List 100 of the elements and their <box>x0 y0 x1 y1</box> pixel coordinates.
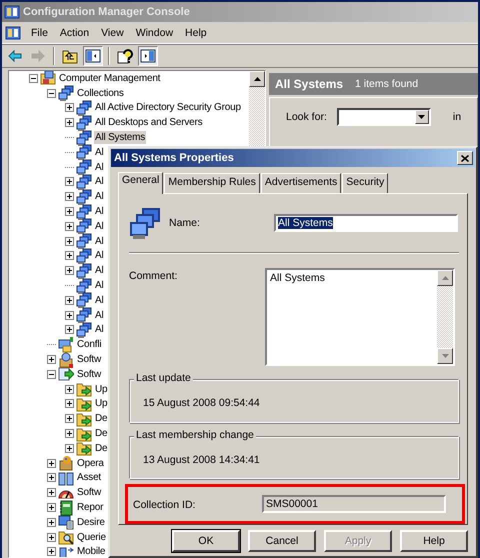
tree-item[interactable]: Al <box>94 279 104 292</box>
tree-item[interactable]: De <box>94 442 108 455</box>
tree-item[interactable]: Al <box>94 146 104 159</box>
tree-item[interactable]: Confli <box>76 338 102 352</box>
dialog-button[interactable]: Cancel <box>248 530 316 552</box>
forward-arrow-icon <box>30 48 46 64</box>
scroll-down-button[interactable] <box>437 348 453 364</box>
minus-box-icon[interactable] <box>47 370 56 379</box>
folder-arrow-icon <box>76 440 92 456</box>
computers-icon <box>76 204 92 220</box>
plus-box-icon[interactable] <box>65 177 74 186</box>
results-title: All Systems <box>275 77 344 91</box>
menu-item[interactable]: File <box>25 26 54 40</box>
plus-box-icon[interactable] <box>65 296 74 305</box>
minus-box-icon[interactable] <box>29 74 38 83</box>
tree-item[interactable]: Al <box>94 190 104 204</box>
scroll-up-button[interactable] <box>249 71 265 87</box>
tab[interactable]: Advertisements <box>260 173 342 193</box>
plus-box-icon[interactable] <box>47 458 56 468</box>
plus-box-icon[interactable] <box>65 384 74 394</box>
dialog-button[interactable]: Help <box>400 530 468 552</box>
tree-item[interactable]: Mobile <box>76 545 106 557</box>
plus-box-icon[interactable] <box>65 192 74 202</box>
plus-box-icon[interactable] <box>47 473 56 482</box>
close-button[interactable] <box>457 151 473 165</box>
computers-icon <box>76 100 92 116</box>
plus-box-icon[interactable] <box>47 488 56 498</box>
plus-box-icon[interactable] <box>65 310 74 320</box>
look-for-label: Look for: <box>286 111 327 123</box>
plus-box-icon[interactable] <box>65 251 74 260</box>
toolbar-button[interactable] <box>115 46 135 66</box>
plus-box-icon[interactable] <box>47 518 56 527</box>
scrollbar[interactable] <box>437 270 453 364</box>
menu-item[interactable]: Action <box>54 26 96 40</box>
plus-box-icon[interactable] <box>65 118 74 128</box>
console-icon[interactable] <box>5 24 21 40</box>
plus-box-icon[interactable] <box>65 266 74 276</box>
tree-item[interactable]: Collections <box>76 86 125 100</box>
tree-item[interactable]: Al <box>94 160 104 174</box>
tree-item[interactable]: Up <box>94 382 108 396</box>
book-icon <box>58 470 74 486</box>
tree-pane-icon <box>85 48 101 64</box>
plus-box-icon[interactable] <box>65 444 74 453</box>
tab[interactable]: General <box>118 172 164 194</box>
plus-box-icon[interactable] <box>65 236 74 246</box>
tree-item[interactable]: Al <box>94 175 104 188</box>
plus-box-icon[interactable] <box>65 103 74 112</box>
tab[interactable]: Security <box>342 173 388 193</box>
tree-item[interactable]: Al <box>94 220 104 233</box>
tree-item[interactable]: All Systems <box>94 131 146 144</box>
scroll-up-button[interactable] <box>437 270 453 286</box>
computers-icon <box>76 188 92 205</box>
plus-box-icon[interactable] <box>47 547 56 556</box>
tree-item[interactable]: Computer Management <box>58 72 162 85</box>
folder-arrow-icon <box>76 396 92 412</box>
tree-item[interactable]: Al <box>94 264 104 278</box>
tree-item[interactable]: Al <box>94 234 104 248</box>
tree-item[interactable]: Al <box>94 249 104 262</box>
plus-box-icon[interactable] <box>65 414 74 424</box>
tree-item[interactable]: Repor <box>76 501 104 514</box>
look-for-combobox[interactable] <box>336 108 431 126</box>
tree-item[interactable]: Up <box>94 397 108 410</box>
menu-item[interactable]: Window <box>130 26 180 40</box>
name-field[interactable]: All Systems <box>274 214 458 232</box>
toolbar-button[interactable] <box>138 46 158 66</box>
up-triangle-icon <box>442 276 448 280</box>
dialog-button[interactable]: OK <box>172 530 240 552</box>
tree-item[interactable]: Al <box>94 294 104 307</box>
tree-item[interactable]: Al <box>94 323 104 336</box>
tree-item[interactable]: Al <box>94 308 104 322</box>
tree-item[interactable]: Softw <box>76 368 102 381</box>
tree-item[interactable]: Opera <box>76 456 105 470</box>
plus-box-icon[interactable] <box>47 355 56 364</box>
tree-item[interactable]: Asset <box>76 471 102 484</box>
tab[interactable]: Membership Rules <box>164 173 260 193</box>
tree-item[interactable]: Al <box>94 205 104 218</box>
plus-box-icon[interactable] <box>65 399 74 408</box>
tree-item[interactable]: All Desktops and Servers <box>94 116 204 130</box>
plus-box-icon[interactable] <box>65 325 74 334</box>
tree-item[interactable]: De <box>94 427 108 440</box>
menu-item[interactable]: View <box>95 26 130 40</box>
computers-icon <box>76 262 92 279</box>
menu-item[interactable]: Help <box>179 26 213 40</box>
comment-field[interactable]: All Systems <box>265 268 455 366</box>
plus-box-icon[interactable] <box>47 532 56 542</box>
plus-box-icon[interactable] <box>65 429 74 438</box>
folder-arrow-icon <box>76 410 92 427</box>
tree-item[interactable]: Querie <box>76 530 107 544</box>
toolbar-button[interactable] <box>83 46 103 66</box>
collection-id-field[interactable]: SMS00001 <box>262 495 446 514</box>
plus-box-icon[interactable] <box>65 207 74 216</box>
minus-box-icon[interactable] <box>47 88 56 98</box>
tree-item[interactable]: Softw <box>76 353 102 366</box>
tree-item[interactable]: Softw <box>76 486 102 500</box>
tree-item[interactable]: All Active Directory Security Group <box>94 101 242 114</box>
tree-item[interactable]: De <box>94 412 108 426</box>
tree-item[interactable]: Desire <box>76 516 106 529</box>
plus-box-icon[interactable] <box>65 222 74 231</box>
group-title: Last membership change <box>134 428 256 441</box>
plus-box-icon[interactable] <box>47 503 56 512</box>
